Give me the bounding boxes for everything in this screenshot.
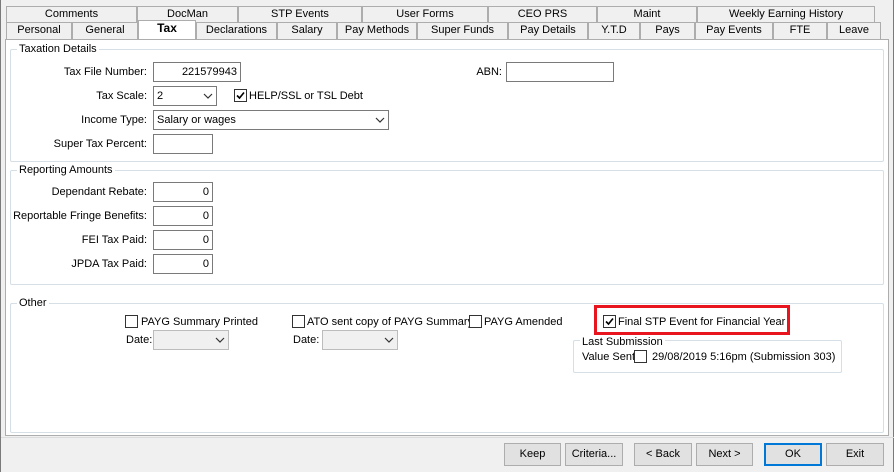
- tab-pay-details[interactable]: Pay Details: [508, 22, 588, 39]
- tab-ceo-prs[interactable]: CEO PRS: [488, 6, 597, 23]
- ato-sent-date-picker[interactable]: [322, 330, 398, 350]
- tax-scale-value: 2: [157, 90, 164, 102]
- tab-weekly-earning-history[interactable]: Weekly Earning History: [697, 6, 875, 23]
- payg-summary-printed-label: PAYG Summary Printed: [141, 316, 258, 328]
- criteria-button[interactable]: Criteria...: [565, 443, 623, 466]
- payg-amended-checkbox[interactable]: [469, 315, 482, 328]
- tab-label: Pay Methods: [344, 24, 410, 36]
- tab-pays[interactable]: Pays: [640, 22, 695, 39]
- tab-label: Super Funds: [431, 24, 494, 36]
- chevron-down-icon: [203, 93, 213, 99]
- final-stp-event-label: Final STP Event for Financial Year: [618, 316, 786, 328]
- tab-label: Pay Details: [520, 24, 576, 36]
- tax-tab-page: Taxation Details Tax File Number: 221579…: [5, 39, 889, 436]
- super-tax-input[interactable]: [153, 134, 213, 154]
- fringe-benefits-label: Reportable Fringe Benefits:: [13, 210, 147, 222]
- checkmark-icon: [605, 317, 614, 326]
- tab-personal[interactable]: Personal: [6, 22, 72, 39]
- chevron-down-icon: [375, 117, 385, 123]
- tab-declarations[interactable]: Declarations: [196, 22, 277, 39]
- payg-amended-label: PAYG Amended: [484, 316, 563, 328]
- tab-maint[interactable]: Maint: [597, 6, 697, 23]
- abn-label: ABN:: [476, 66, 502, 78]
- employee-tax-window: Comments DocMan STP Events User Forms CE…: [0, 0, 894, 472]
- back-button[interactable]: < Back: [634, 443, 692, 466]
- value-sent-checkbox: [634, 350, 647, 363]
- dependant-rebate-label: Dependant Rebate:: [51, 186, 147, 198]
- jpda-tax-label: JPDA Tax Paid:: [71, 258, 147, 270]
- tab-tax[interactable]: Tax: [138, 20, 196, 39]
- payg-summary-printed-checkbox[interactable]: [125, 315, 138, 328]
- tab-label: CEO PRS: [517, 8, 568, 20]
- tab-label: FTE: [789, 24, 811, 36]
- ok-button[interactable]: OK: [764, 443, 822, 466]
- tab-leave[interactable]: Leave: [827, 22, 881, 39]
- value-sent-label: Value Sent:: [582, 351, 639, 363]
- tab-label: DocMan: [167, 8, 208, 20]
- tfn-label: Tax File Number:: [63, 66, 147, 78]
- tab-fte[interactable]: FTE: [773, 22, 827, 39]
- tab-label: Weekly Earning History: [728, 8, 844, 20]
- tab-label: User Forms: [396, 8, 454, 20]
- tab-label: Personal: [17, 24, 61, 36]
- group-title: Other: [17, 296, 49, 310]
- tab-general[interactable]: General: [72, 22, 138, 39]
- tax-scale-combo[interactable]: 2: [153, 86, 217, 106]
- tab-label: Comments: [44, 8, 99, 20]
- help-debt-checkbox[interactable]: [234, 89, 247, 102]
- last-submission-value: 29/08/2019 5:16pm (Submission 303): [652, 351, 836, 363]
- super-tax-label: Super Tax Percent:: [53, 138, 147, 150]
- tab-label: STP Events: [271, 8, 329, 20]
- tab-label: Pay Events: [706, 24, 762, 36]
- jpda-tax-input[interactable]: 0: [153, 254, 213, 274]
- tfn-input[interactable]: 221579943: [153, 62, 241, 82]
- tab-label: General: [85, 24, 125, 36]
- group-title: Taxation Details: [17, 42, 99, 56]
- tab-label: Pays: [655, 24, 680, 36]
- payg-printed-date-picker[interactable]: [153, 330, 229, 350]
- tab-ytd[interactable]: Y.T.D: [588, 22, 640, 39]
- dependant-rebate-input[interactable]: 0: [153, 182, 213, 202]
- date-label-2: Date:: [293, 334, 320, 346]
- tax-scale-label: Tax Scale:: [96, 90, 147, 102]
- tab-label: Y.T.D: [601, 24, 627, 36]
- keep-button[interactable]: Keep: [504, 443, 561, 466]
- tab-pay-events[interactable]: Pay Events: [695, 22, 773, 39]
- tab-label: Leave: [839, 24, 869, 36]
- tab-label: Declarations: [205, 24, 268, 36]
- income-type-combo[interactable]: Salary or wages: [153, 110, 389, 130]
- tab-user-forms[interactable]: User Forms: [362, 6, 488, 23]
- chevron-down-icon: [384, 337, 394, 343]
- tab-label: Tax: [157, 21, 177, 35]
- tab-label: Maint: [633, 8, 661, 20]
- tab-super-funds[interactable]: Super Funds: [417, 22, 508, 39]
- tab-salary[interactable]: Salary: [277, 22, 337, 39]
- tab-pay-methods[interactable]: Pay Methods: [337, 22, 417, 39]
- fei-tax-input[interactable]: 0: [153, 230, 213, 250]
- exit-button[interactable]: Exit: [826, 443, 884, 466]
- next-button[interactable]: Next >: [696, 443, 753, 466]
- ato-sent-copy-label: ATO sent copy of PAYG Summary: [307, 316, 474, 328]
- tab-comments[interactable]: Comments: [6, 6, 137, 23]
- tab-label: Salary: [291, 24, 323, 36]
- help-debt-label: HELP/SSL or TSL Debt: [249, 90, 363, 102]
- fringe-benefits-input[interactable]: 0: [153, 206, 213, 226]
- checkmark-icon: [236, 91, 245, 100]
- date-label-1: Date:: [126, 334, 153, 346]
- footer-divider: [1, 437, 894, 438]
- group-title: Last Submission: [580, 335, 665, 349]
- fei-tax-label: FEI Tax Paid:: [81, 234, 147, 246]
- abn-input[interactable]: [506, 62, 614, 82]
- tab-stp-events[interactable]: STP Events: [238, 6, 362, 23]
- group-title: Reporting Amounts: [17, 163, 115, 177]
- ato-sent-copy-checkbox[interactable]: [292, 315, 305, 328]
- income-type-label: Income Type:: [81, 114, 147, 126]
- final-stp-event-checkbox[interactable]: [603, 315, 616, 328]
- income-type-value: Salary or wages: [157, 114, 236, 126]
- chevron-down-icon: [215, 337, 225, 343]
